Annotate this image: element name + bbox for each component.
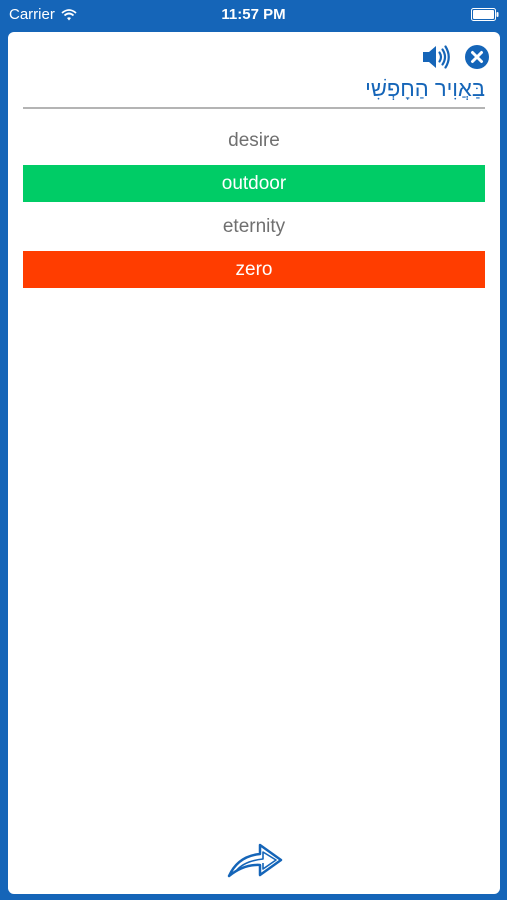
close-icon[interactable] [464,44,490,70]
answer-option-zero[interactable]: zero [23,251,485,288]
speaker-icon[interactable] [421,43,451,71]
share-arrow-icon[interactable] [226,840,284,880]
battery-icon [471,8,499,21]
status-bar: Carrier 11:57 PM [0,0,507,30]
question-word: בַּאֲוִיר הַחָפְשִׁי [23,76,485,109]
answer-option-desire[interactable]: desire [23,122,485,159]
answer-option-outdoor[interactable]: outdoor [23,165,485,202]
quiz-card: בַּאֲוִיר הַחָפְשִׁי desire outdoor eter… [8,32,500,894]
status-time: 11:57 PM [221,6,286,23]
answer-list: desire outdoor eternity zero [23,122,485,294]
answer-option-eternity[interactable]: eternity [23,208,485,245]
card-header: בַּאֲוִיר הַחָפְשִׁי [8,32,500,112]
